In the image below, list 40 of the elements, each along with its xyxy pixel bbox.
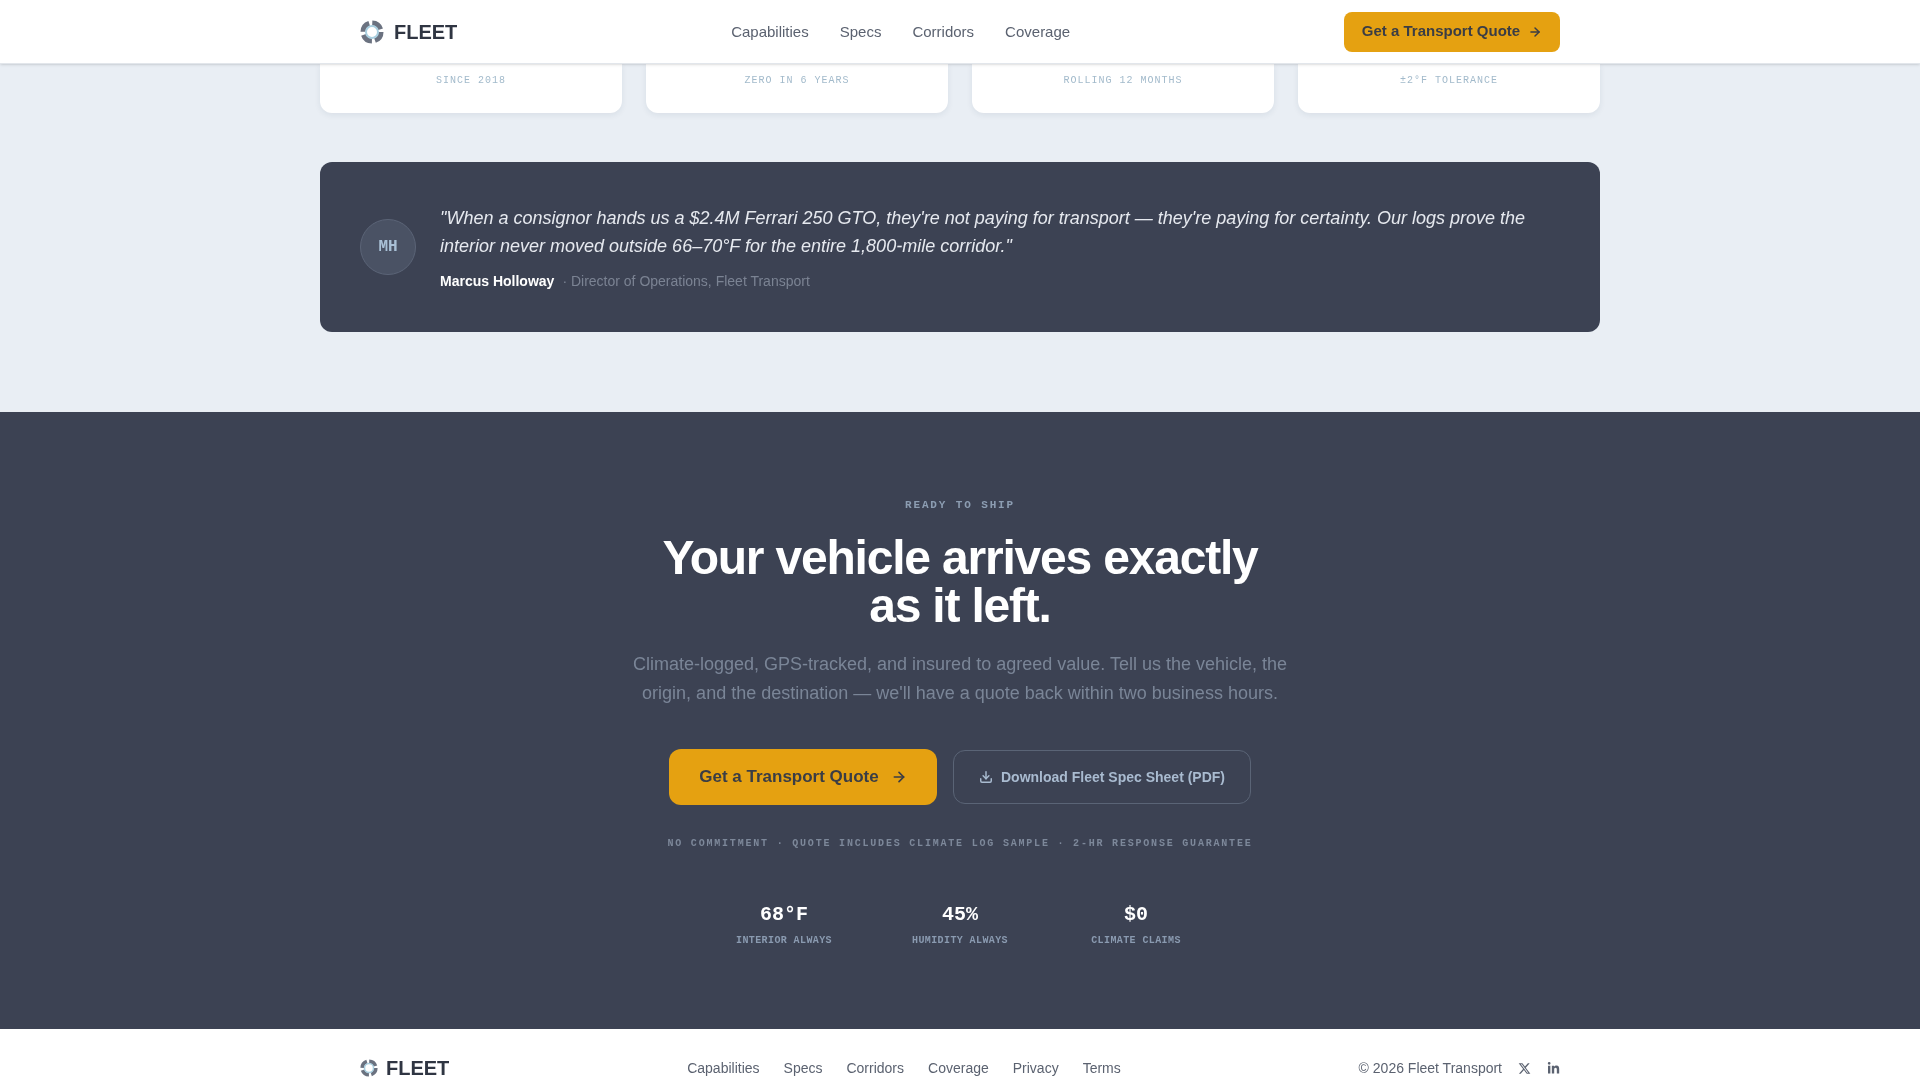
footer-link[interactable]: Coverage xyxy=(928,1058,989,1078)
linkedin-icon[interactable] xyxy=(1547,1061,1560,1075)
fine-print: NO COMMITMENT · QUOTE INCLUDES CLIMATE LOG SAMPLE · 2-HR RESPONSE GUARANTEE xyxy=(667,837,1253,851)
brand-link[interactable]: FLEET xyxy=(360,19,458,44)
stat-label: INTERIOR ALWAYS xyxy=(736,934,832,948)
download-button[interactable]: Download Fleet Spec Sheet (PDF) xyxy=(953,750,1251,804)
nav-link[interactable]: Capabilities xyxy=(731,21,809,42)
copyright-text: © 2026 Fleet Transport xyxy=(1358,1059,1502,1078)
author-role: · Director of Operations, Fleet Transport xyxy=(562,272,810,291)
footer-link[interactable]: Corridors xyxy=(846,1058,905,1078)
eyebrow-label: READY TO SHIP xyxy=(904,498,1016,512)
footer-link[interactable]: Privacy xyxy=(1012,1058,1059,1078)
stat-caption: ROLLING 12 MONTHS xyxy=(1063,75,1183,87)
stat-value: $0 xyxy=(1124,903,1148,927)
stat-label: CLIMATE CLAIMS xyxy=(1091,934,1181,948)
footer-link[interactable]: Capabilities xyxy=(687,1058,760,1078)
stat-caption: ZERO IN 6 YEARS xyxy=(744,75,850,87)
cta-headline: Your vehicle arrives exactly as it left. xyxy=(661,534,1260,630)
download-icon xyxy=(979,770,993,784)
stat-label: HUMIDITY ALWAYS xyxy=(912,934,1008,948)
nav-link[interactable]: Corridors xyxy=(912,21,975,42)
brand-link[interactable]: FLEET xyxy=(360,1058,450,1078)
stat-caption: ±2°F TOLERANCE xyxy=(1400,75,1498,87)
logo-icon xyxy=(360,19,384,44)
nav-link[interactable]: Specs xyxy=(839,21,882,42)
testimonial-quote: "When a consignor hands us a $2.4M Ferrari 250 GTO, they're not paying for transport — they're paying for certainty. Our logs prove the interior never moved outside 66–70°F for the entire 1,800-mile corridor." xyxy=(440,207,1527,258)
arrow-right-icon xyxy=(1528,24,1543,39)
stat-value: 45% xyxy=(942,903,978,927)
nav-link[interactable]: Coverage xyxy=(1005,21,1071,42)
quote-button[interactable]: Get a Transport Quote xyxy=(669,749,937,805)
quote-button[interactable]: Get a Transport Quote xyxy=(1344,11,1560,52)
cta-description: Climate-logged, GPS-tracked, and insured to agreed value. Tell us the vehicle, the origin, and the destination — we'll have a quote back within two business hours. xyxy=(631,653,1288,705)
stat-value: 68°F xyxy=(760,903,808,927)
author-name: Marcus Holloway xyxy=(440,272,555,291)
logo-icon xyxy=(360,1059,378,1077)
footer-link[interactable]: Terms xyxy=(1082,1058,1121,1078)
footer-link[interactable]: Specs xyxy=(783,1058,823,1078)
avatar-initials: MH xyxy=(360,219,416,275)
stat-caption: SINCE 2018 xyxy=(436,75,506,87)
x-logo-icon[interactable] xyxy=(1518,1061,1531,1075)
